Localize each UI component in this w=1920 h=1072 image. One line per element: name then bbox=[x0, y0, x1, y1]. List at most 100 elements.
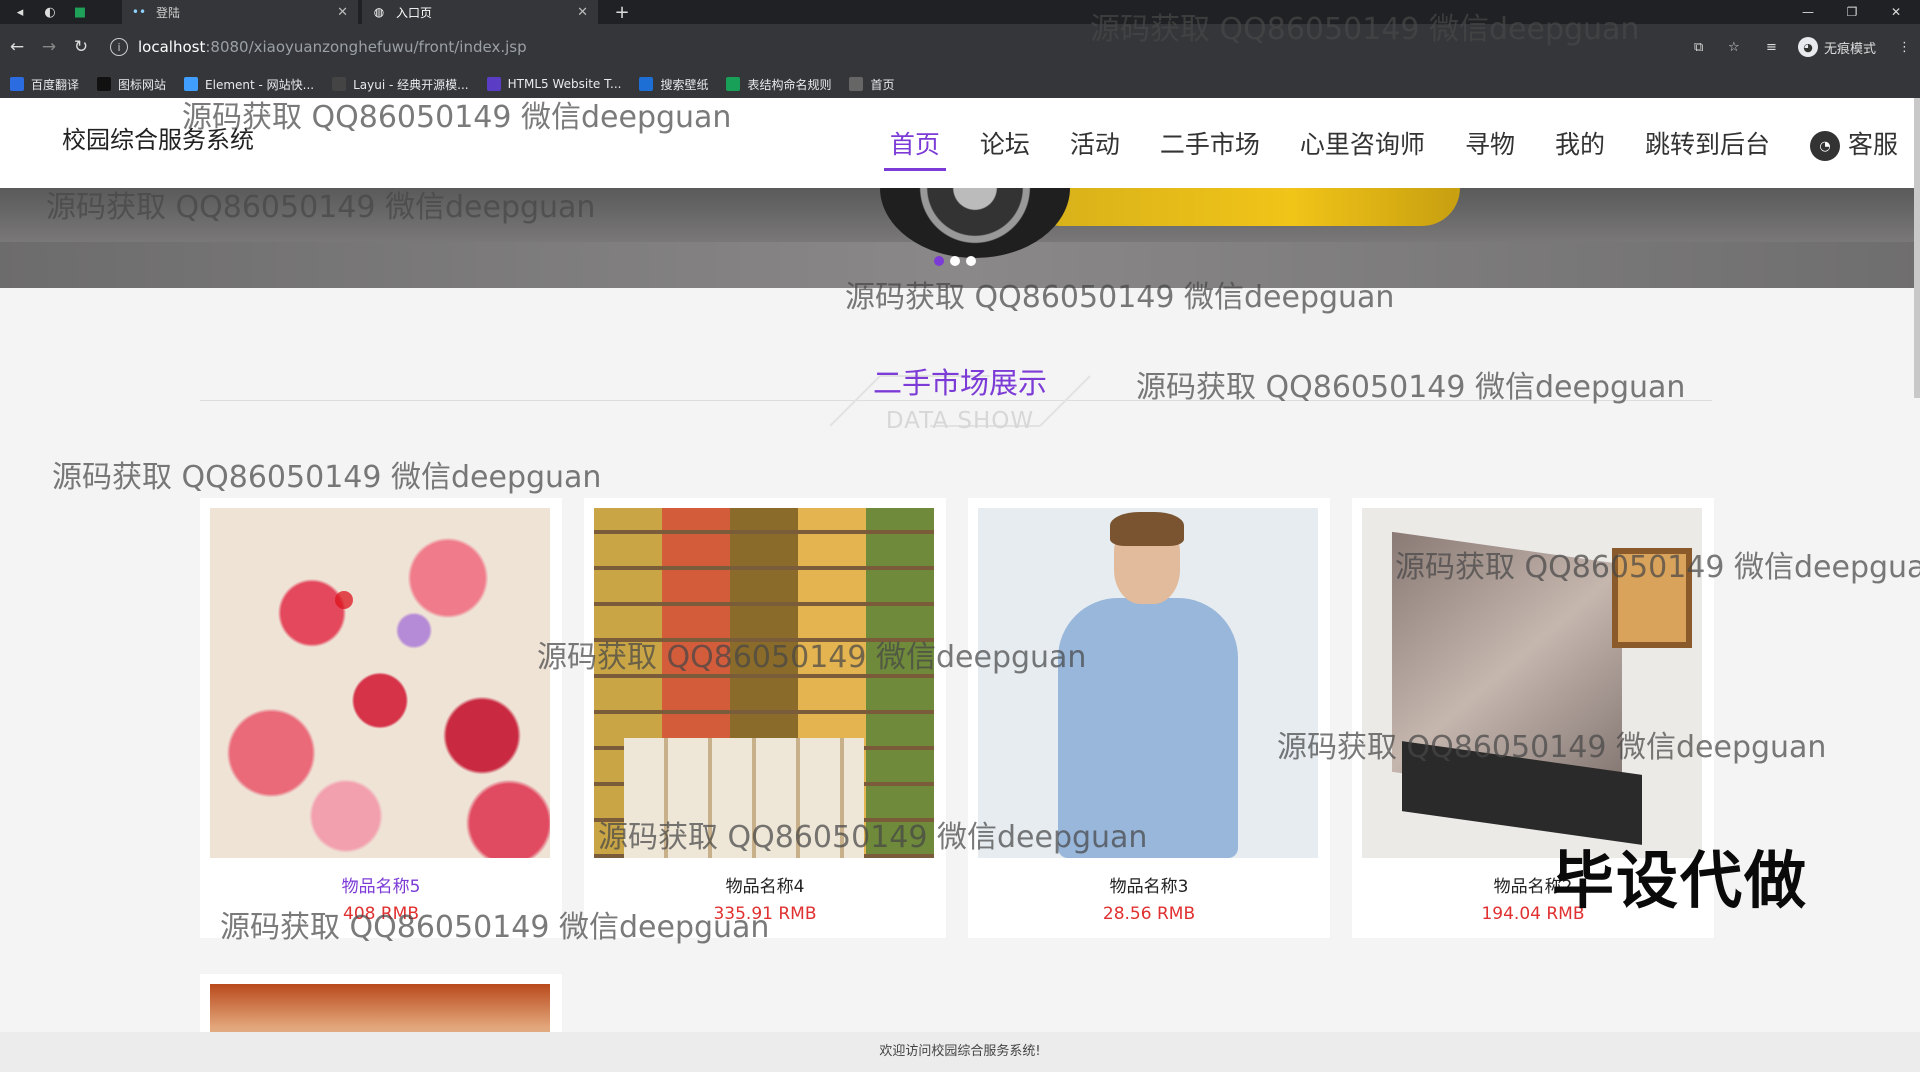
web-page: 校园综合服务系统 首页 论坛 活动 二手市场 心里咨询师 寻物 我的 跳转到后台 ◔ 客服 二手市… bbox=[0, 98, 1920, 1072]
bookmark-label: 首页 bbox=[870, 77, 895, 92]
bookmark-label: HTML5 Website T... bbox=[507, 77, 622, 91]
menu-item[interactable]: 跳转到后台 bbox=[1645, 125, 1770, 161]
shirt bbox=[1058, 598, 1238, 858]
bookmark-label: Layui - 经典开源模... bbox=[353, 77, 469, 92]
reading-list-icon[interactable]: ≡ bbox=[1766, 36, 1777, 58]
promo-stamp: 毕设代做 bbox=[1552, 844, 1809, 917]
product-card[interactable]: 物品名称3 28.56 RMB bbox=[968, 498, 1330, 938]
url-path: :8080/xiaoyuanzonghefuwu/front/index.jsp bbox=[205, 38, 527, 56]
bookmark-icon bbox=[639, 77, 654, 91]
menu-item[interactable]: 首页 bbox=[883, 125, 946, 171]
new-tab-button[interactable]: + bbox=[612, 2, 632, 23]
product-price: 408 RMB bbox=[343, 904, 419, 924]
bookmark-item[interactable]: 表结构命名规则 bbox=[726, 76, 831, 93]
forward-icon[interactable]: → bbox=[38, 36, 60, 58]
dots-icon: •• bbox=[131, 5, 147, 19]
customer-service-link[interactable]: ◔ 客服 bbox=[1809, 125, 1898, 161]
back-icon[interactable]: ← bbox=[6, 36, 28, 58]
product-image[interactable] bbox=[210, 508, 550, 858]
menu-item[interactable]: 二手市场 bbox=[1160, 125, 1260, 161]
menu-dots-icon[interactable]: ⋮ bbox=[1898, 36, 1911, 58]
incognito-icon: ◕ bbox=[1798, 37, 1818, 57]
shop-goods bbox=[624, 738, 864, 858]
bookmark-icon bbox=[726, 77, 741, 91]
reload-icon[interactable]: ↻ bbox=[70, 36, 92, 58]
product-image[interactable] bbox=[594, 508, 934, 858]
carousel-banner[interactable] bbox=[0, 188, 1920, 288]
bookmark-icon bbox=[10, 77, 24, 91]
menu-item[interactable]: 论坛 bbox=[980, 125, 1030, 161]
menu-item[interactable]: 心里咨询师 bbox=[1300, 125, 1425, 161]
mouse-cursor bbox=[335, 591, 353, 609]
menu-item[interactable]: 活动 bbox=[1070, 125, 1120, 161]
minimize-icon[interactable]: — bbox=[1786, 0, 1830, 24]
carousel-dot[interactable] bbox=[950, 256, 960, 266]
carousel-dot[interactable] bbox=[966, 256, 976, 266]
bookmark-icon bbox=[849, 77, 864, 91]
menu-item[interactable]: 我的 bbox=[1555, 125, 1605, 161]
bookmark-label: 搜索壁纸 bbox=[660, 77, 709, 92]
product-name[interactable]: 物品名称5 bbox=[200, 872, 562, 897]
globe-icon: ◍ bbox=[373, 5, 385, 19]
bookmark-item[interactable]: Element - 网站快... bbox=[184, 76, 314, 93]
main-menu: 首页 论坛 活动 二手市场 心里咨询师 寻物 我的 跳转到后台 ◔ 客服 bbox=[850, 98, 1898, 188]
photo-frame bbox=[1612, 548, 1692, 648]
browser-tab-bar: ◂ ◐ ■ •• 登陆 ✕ ◍ 入口页 ✕ + — ❐ ✕ bbox=[0, 0, 1920, 24]
close-window-icon[interactable]: ✕ bbox=[1874, 0, 1918, 24]
incognito-label: 无痕模式 bbox=[1824, 41, 1877, 57]
product-price: 335.91 RMB bbox=[713, 904, 817, 924]
bookmarks-bar: 百度翻译 图标网站 Element - 网站快... Layui - 经典开源模...… bbox=[0, 70, 1920, 98]
tab-login[interactable]: •• 登陆 ✕ bbox=[122, 0, 358, 24]
carousel-indicators bbox=[934, 256, 976, 266]
bookmark-item[interactable]: 首页 bbox=[849, 76, 895, 93]
product-image[interactable] bbox=[1362, 508, 1702, 858]
car-image bbox=[1040, 188, 1460, 226]
mute-icon[interactable]: ◂ bbox=[10, 2, 30, 22]
tab-entry[interactable]: ◍ 入口页 ✕ bbox=[362, 0, 598, 24]
url-field[interactable]: i localhost:8080/xiaoyuanzonghefuwu/fron… bbox=[110, 32, 1650, 62]
product-name[interactable]: 物品名称4 bbox=[584, 872, 946, 897]
sheet-tab-icon[interactable]: ■ bbox=[70, 2, 90, 22]
bookmark-icon bbox=[332, 77, 347, 91]
site-brand[interactable]: 校园综合服务系统 bbox=[62, 120, 254, 155]
product-name[interactable]: 物品名称3 bbox=[968, 872, 1330, 897]
product-price: 28.56 RMB bbox=[1102, 904, 1196, 924]
bookmark-item[interactable]: Layui - 经典开源模... bbox=[332, 76, 469, 93]
star-icon[interactable]: ☆ bbox=[1728, 36, 1740, 58]
translate-icon[interactable]: ⧉ bbox=[1694, 36, 1703, 58]
bookmark-icon bbox=[184, 77, 199, 91]
bookmark-item[interactable]: 百度翻译 bbox=[10, 76, 79, 93]
hair bbox=[1110, 512, 1184, 546]
address-bar: ← → ↻ i localhost:8080/xiaoyuanzonghefuw… bbox=[0, 24, 1920, 70]
site-info-icon[interactable]: i bbox=[110, 38, 128, 56]
close-tab-icon[interactable]: ✕ bbox=[577, 5, 588, 20]
product-card[interactable]: 物品名称4 335.91 RMB bbox=[584, 498, 946, 938]
incognito-indicator[interactable]: ◕ 无痕模式 bbox=[1798, 36, 1876, 58]
restore-icon[interactable]: ❐ bbox=[1830, 0, 1874, 24]
customer-service-label: 客服 bbox=[1847, 130, 1898, 159]
bookmark-label: 百度翻译 bbox=[31, 77, 80, 92]
close-tab-icon[interactable]: ✕ bbox=[337, 5, 348, 20]
section-title: 二手市场展示 bbox=[872, 366, 1047, 400]
site-header: 校园综合服务系统 首页 论坛 活动 二手市场 心里咨询师 寻物 我的 跳转到后台 ◔ 客服 bbox=[0, 98, 1920, 188]
bookmark-icon bbox=[486, 77, 501, 91]
wechat-icon: ◔ bbox=[1809, 131, 1840, 161]
bookmark-label: Element - 网站快... bbox=[205, 77, 315, 92]
page-scrollbar[interactable] bbox=[1914, 98, 1920, 398]
tab-label: 入口页 bbox=[396, 5, 433, 20]
bookmark-label: 图标网站 bbox=[118, 77, 167, 92]
bookmark-item[interactable]: 搜索壁纸 bbox=[639, 76, 708, 93]
section-subtitle: DATA SHOW bbox=[885, 408, 1035, 434]
bookmark-item[interactable]: HTML5 Website T... bbox=[486, 77, 622, 91]
url-host: localhost bbox=[138, 38, 206, 56]
bookmark-icon bbox=[97, 77, 112, 91]
product-image[interactable] bbox=[978, 508, 1318, 858]
tab-label: 登陆 bbox=[156, 5, 181, 20]
menu-item[interactable]: 寻物 bbox=[1465, 125, 1515, 161]
tab-favicon-icon[interactable]: ◐ bbox=[40, 2, 60, 22]
site-footer: 欢迎访问校园综合服务系统! bbox=[0, 1032, 1920, 1072]
product-card[interactable]: 物品名称5 408 RMB bbox=[200, 498, 562, 938]
carousel-dot[interactable] bbox=[934, 256, 944, 266]
bookmark-item[interactable]: 图标网站 bbox=[97, 76, 166, 93]
bookmark-label: 表结构命名规则 bbox=[747, 77, 832, 92]
